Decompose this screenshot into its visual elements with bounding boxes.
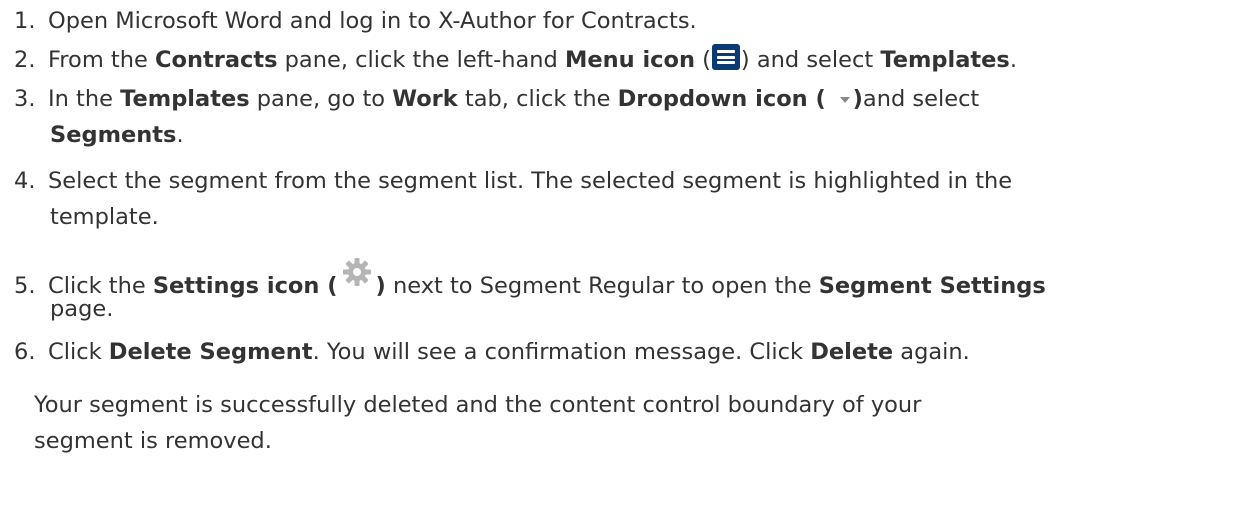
step-number: 1. xyxy=(14,8,36,34)
result-line-2: segment is removed. xyxy=(34,428,272,454)
step-1: 1. Open Microsoft Word and log in to X-Au… xyxy=(14,3,697,39)
settings-icon-label: Settings icon ( xyxy=(152,273,338,299)
step-3-continued: Segments. xyxy=(50,117,184,153)
step-text: Open Microsoft Word and log in to X-Auth… xyxy=(48,8,697,34)
step-text: In the xyxy=(48,86,121,112)
templates-pane-label: Templates xyxy=(120,86,250,112)
menu-icon-label: Menu icon xyxy=(564,47,695,73)
step-text: Click xyxy=(48,339,109,365)
menu-icon xyxy=(711,44,740,70)
step-4-continued: template. xyxy=(50,199,159,235)
contracts-pane-label: Contracts xyxy=(154,47,278,73)
step-text: From the xyxy=(48,47,155,73)
delete-label: Delete xyxy=(810,339,894,365)
step-text: ) and select xyxy=(740,47,881,73)
step-text: pane, go to xyxy=(249,86,393,112)
step-text: page. xyxy=(50,296,114,322)
dropdown-icon-label: Dropdown icon ( xyxy=(617,86,834,112)
templates-label: Templates xyxy=(880,47,1010,73)
step-text: Select the segment from the segment list… xyxy=(48,168,1013,194)
step-text: . xyxy=(1009,47,1017,73)
delete-segment-label: Delete Segment xyxy=(108,339,313,365)
step-text: tab, click the xyxy=(457,86,618,112)
step-text: again. xyxy=(893,339,970,365)
step-text-bold: ) xyxy=(375,273,386,299)
step-3: 3. In the Templates pane, go to Work tab,… xyxy=(14,81,979,117)
caret-down-icon xyxy=(839,97,850,103)
result-line-1: Your segment is successfully deleted and… xyxy=(34,392,922,418)
step-number: 2. xyxy=(14,47,36,73)
step-text: pane, click the left-hand xyxy=(277,47,565,73)
step-text: ( xyxy=(694,47,711,73)
step-number: 4. xyxy=(14,168,36,194)
work-tab-label: Work xyxy=(392,86,458,112)
step-5: 5. Click the Settings icon ( ) next to Se… xyxy=(14,255,1046,304)
document-body: 1. Open Microsoft Word and log in to X-Au… xyxy=(0,0,1233,511)
segment-settings-label: Segment Settings xyxy=(818,273,1046,299)
step-number: 3. xyxy=(14,86,36,112)
step-text: next to Segment Regular to open the xyxy=(385,273,819,299)
step-6: 6. Click Delete Segment. You will see a c… xyxy=(14,334,970,370)
step-2: 2. From the Contracts pane, click the lef… xyxy=(14,42,1017,78)
step-5-continued: page. xyxy=(50,291,113,327)
gear-icon xyxy=(342,258,371,286)
step-4: 4. Select the segment from the segment li… xyxy=(14,163,1012,199)
segments-label: Segments xyxy=(50,122,177,148)
step-text-bold: ) xyxy=(852,86,863,112)
step-text: and select xyxy=(862,86,980,112)
step-number: 6. xyxy=(14,339,36,365)
step-text: . xyxy=(176,122,184,148)
step-number: 5. xyxy=(14,273,36,299)
step-text: template. xyxy=(50,204,159,230)
result-paragraph: Your segment is successfully deleted and… xyxy=(34,387,921,459)
step-text: . You will see a confirmation message. C… xyxy=(312,339,811,365)
